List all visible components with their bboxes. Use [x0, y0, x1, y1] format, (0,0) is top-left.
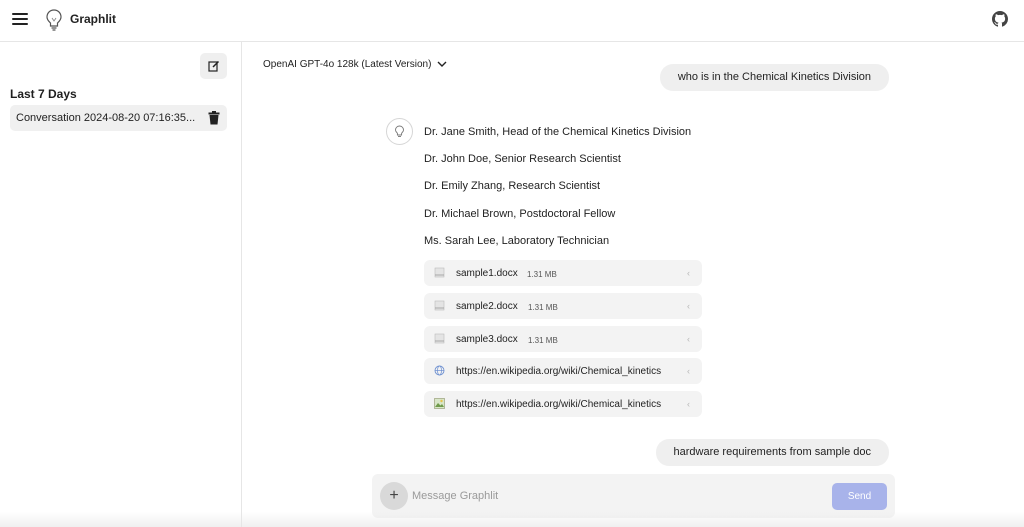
assistant-answer-line: Ms. Sarah Lee, Laboratory Technician: [424, 235, 610, 247]
github-icon[interactable]: [992, 11, 1008, 27]
attach-button[interactable]: +: [380, 482, 408, 510]
document-icon: [434, 267, 445, 278]
chevron-left-icon[interactable]: ‹: [687, 301, 690, 311]
source-item[interactable]: sample1.docx 1.31 MB ‹: [424, 260, 702, 286]
top-bar: Graphlit: [0, 0, 1024, 42]
source-size: 1.31 MB: [528, 336, 558, 345]
trash-icon[interactable]: [208, 111, 220, 125]
conversation-item[interactable]: Conversation 2024-08-20 07:16:35...: [10, 105, 227, 131]
app-title: Graphlit: [70, 12, 117, 26]
source-item[interactable]: sample2.docx 1.31 MB ‹: [424, 293, 702, 319]
new-conversation-button[interactable]: [200, 53, 227, 79]
document-icon: [434, 333, 445, 344]
assistant-answer-line: Dr. Michael Brown, Postdoctoral Fellow: [424, 208, 616, 220]
globe-icon: [434, 365, 445, 376]
source-item[interactable]: https://en.wikipedia.org/wiki/Chemical_k…: [424, 358, 702, 384]
source-name: sample2.docx: [456, 301, 518, 312]
model-selector[interactable]: OpenAI GPT-4o 128k (Latest Version): [263, 59, 447, 70]
hamburger-menu-icon[interactable]: [12, 10, 30, 26]
user-message: hardware requirements from sample doc: [655, 439, 889, 466]
chevron-left-icon[interactable]: ‹: [687, 334, 690, 344]
source-name: https://en.wikipedia.org/wiki/Chemical_k…: [456, 399, 662, 410]
message-input[interactable]: [412, 484, 812, 508]
source-size: 1.31 MB: [528, 303, 558, 312]
assistant-avatar: [386, 118, 413, 145]
source-item[interactable]: sample3.docx 1.31 MB ‹: [424, 326, 702, 352]
message-composer: + Send: [372, 474, 895, 518]
assistant-answer-line: Dr. Emily Zhang, Research Scientist: [424, 180, 601, 192]
sidebar: Last 7 Days Conversation 2024-08-20 07:1…: [0, 42, 242, 527]
chevron-left-icon[interactable]: ‹: [687, 268, 690, 278]
chevron-left-icon[interactable]: ‹: [687, 366, 690, 376]
lightbulb-icon: [395, 125, 404, 137]
source-name: sample3.docx: [456, 334, 518, 345]
chat-panel: OpenAI GPT-4o 128k (Latest Version) who …: [242, 42, 1024, 527]
chevron-down-icon: [437, 61, 447, 67]
model-label: OpenAI GPT-4o 128k (Latest Version): [263, 59, 432, 70]
chevron-left-icon[interactable]: ‹: [687, 399, 690, 409]
assistant-answer-line: Dr. John Doe, Senior Research Scientist: [424, 153, 621, 165]
user-message: who is in the Chemical Kinetics Division: [659, 64, 889, 91]
edit-icon: [207, 60, 219, 72]
source-item[interactable]: https://en.wikipedia.org/wiki/Chemical_k…: [424, 391, 702, 417]
assistant-answer-line: Dr. Jane Smith, Head of the Chemical Kin…: [424, 126, 692, 138]
document-icon: [434, 300, 445, 311]
lightbulb-logo-icon: [46, 9, 62, 31]
source-name: https://en.wikipedia.org/wiki/Chemical_k…: [456, 366, 662, 377]
section-title: Last 7 Days: [10, 87, 77, 101]
source-name: sample1.docx: [456, 268, 518, 279]
send-button[interactable]: Send: [832, 483, 887, 510]
source-size: 1.31 MB: [527, 270, 557, 279]
conversation-label: Conversation 2024-08-20 07:16:35...: [16, 112, 196, 124]
image-icon: [434, 398, 445, 409]
